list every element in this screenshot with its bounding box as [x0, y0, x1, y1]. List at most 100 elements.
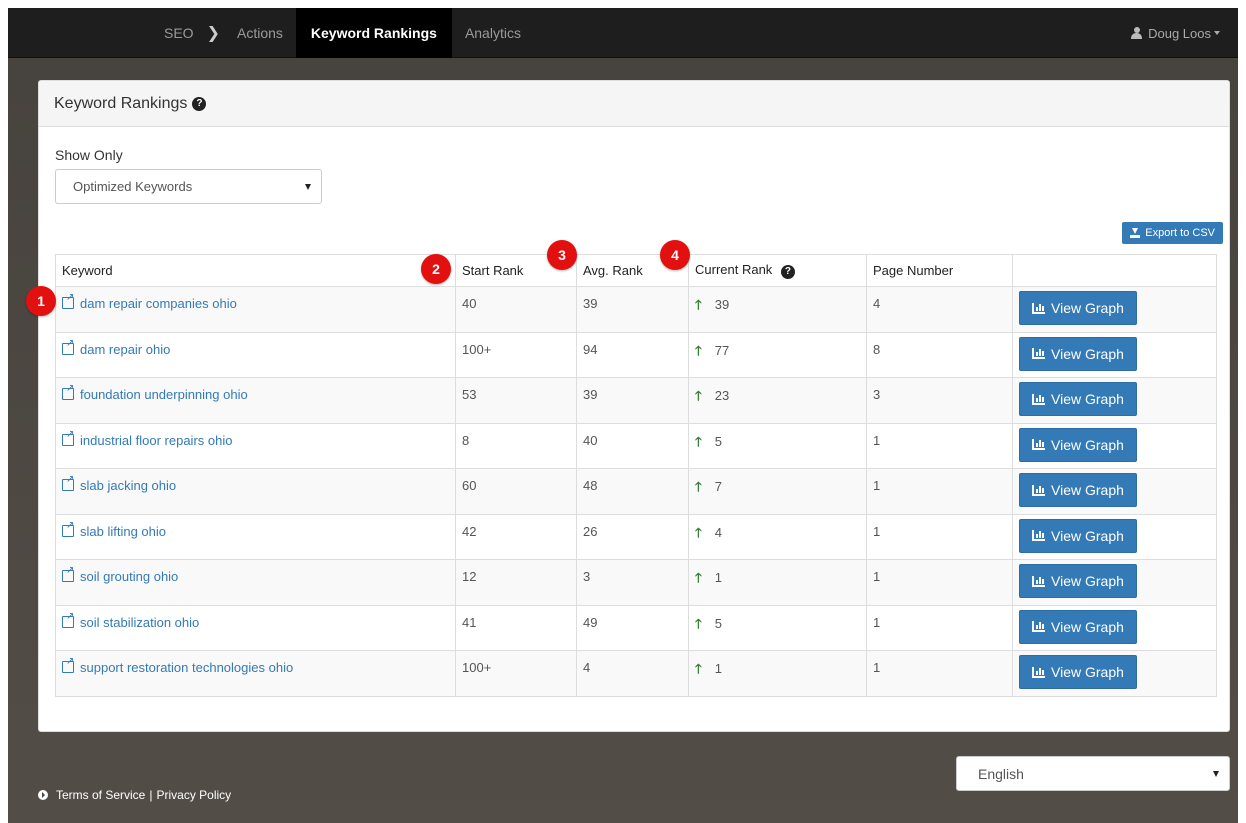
- caret-down-icon: [1214, 31, 1220, 35]
- user-icon: [1131, 27, 1143, 39]
- view-graph-label: View Graph: [1051, 345, 1124, 362]
- view-graph-button[interactable]: View Graph: [1019, 609, 1137, 644]
- panel-title: Keyword Rankings: [54, 94, 188, 112]
- page-number-cell: 1: [866, 422, 1013, 469]
- avg-rank-cell: 4: [576, 650, 689, 697]
- header-keyword: Keyword: [55, 254, 456, 287]
- view-graph-label: View Graph: [1051, 527, 1124, 544]
- nav-item-analytics[interactable]: Analytics: [452, 8, 534, 58]
- privacy-link[interactable]: Privacy Policy: [156, 788, 231, 802]
- table-row: dam repair ohio 100+94 🡑 77 8 View Graph: [55, 331, 1217, 378]
- view-graph-label: View Graph: [1051, 482, 1124, 498]
- actions-cell: View Graph: [1012, 331, 1217, 378]
- external-link-icon: [62, 474, 74, 491]
- nav-item-label: Keyword Rankings: [310, 25, 437, 41]
- keyword-link[interactable]: support restoration technologies ohio: [62, 656, 294, 675]
- view-graph-button[interactable]: View Graph: [1019, 382, 1137, 416]
- annotation-badge-2: 2: [421, 254, 451, 284]
- keyword-text: dam repair ohio: [80, 341, 171, 357]
- keyword-link[interactable]: foundation underpinning ohio: [62, 383, 248, 402]
- table-row: soil grouting ohio123🡑11View Graph: [55, 559, 1217, 606]
- keyword-text: slab lifting ohio: [80, 523, 166, 539]
- bar-chart-icon: [1032, 393, 1045, 405]
- help-icon[interactable]: ?: [192, 96, 207, 111]
- nav-item-seo[interactable]: SEO: [151, 8, 207, 58]
- actions-cell: View Graph: [1012, 422, 1217, 469]
- view-graph-button[interactable]: View Graph: [1019, 655, 1137, 689]
- arrow-up-icon: 🡑: [695, 479, 702, 494]
- table-row: support restoration technologies ohio 100…: [55, 650, 1217, 697]
- avg-rank-cell: 39: [576, 286, 689, 333]
- keyword-link[interactable]: soil grouting ohio: [62, 565, 178, 584]
- view-graph-label: View Graph: [1051, 573, 1124, 589]
- table-row: soil stabilization ohio4149🡑51View Graph: [55, 604, 1217, 651]
- help-icon[interactable]: ?: [780, 264, 795, 279]
- view-graph-button[interactable]: View Graph: [1019, 473, 1137, 507]
- page-number-cell: 1: [866, 650, 1013, 697]
- current-rank-cell: 🡑 23: [688, 377, 867, 424]
- export-label: Export to CSV: [1145, 227, 1215, 239]
- nav-item-actions[interactable]: Actions: [224, 8, 296, 58]
- annotation-badge-4: 4: [660, 240, 690, 270]
- app-window: SEO ❯ Actions Keyword Rankings Analytics…: [8, 8, 1238, 823]
- current-rank-cell: 🡑 1: [688, 650, 867, 697]
- chevron-right-icon: ❯: [206, 25, 220, 42]
- view-graph-button[interactable]: View Graph: [1019, 336, 1137, 371]
- show-only-select[interactable]: Optimized Keywords: [55, 169, 322, 204]
- nav-item-keyword-rankings[interactable]: Keyword Rankings: [295, 8, 452, 58]
- current-rank-cell: 🡑 4: [688, 513, 867, 560]
- nav-item-label: SEO: [164, 25, 194, 41]
- current-rank-value: 1: [714, 661, 722, 676]
- avg-rank-cell: 26: [576, 513, 689, 560]
- keyword-cell: industrial floor repairs ohio: [55, 422, 456, 469]
- avg-rank-cell: 40: [576, 422, 689, 469]
- keyword-link[interactable]: slab jacking ohio: [62, 474, 176, 493]
- actions-cell: View Graph: [1012, 286, 1217, 333]
- keyword-text: foundation underpinning ohio: [80, 387, 248, 402]
- keyword-rankings-panel: Keyword Rankings ? Show Only Optimized K…: [38, 80, 1230, 732]
- external-link-icon: [62, 611, 74, 628]
- language-select[interactable]: English: [956, 756, 1230, 791]
- external-link-icon: [62, 383, 74, 400]
- keyword-link[interactable]: soil stabilization ohio: [62, 611, 199, 630]
- view-graph-button[interactable]: View Graph: [1019, 564, 1137, 598]
- keyword-link[interactable]: industrial floor repairs ohio: [62, 429, 232, 448]
- header-current-rank-label: Current Rank: [695, 262, 773, 278]
- keyword-cell: foundation underpinning ohio: [55, 377, 456, 424]
- view-graph-button[interactable]: View Graph: [1019, 291, 1137, 325]
- user-menu[interactable]: Doug Loos: [1131, 8, 1220, 58]
- current-rank-value: 1: [714, 570, 722, 585]
- bar-chart-icon: [1032, 484, 1045, 496]
- dropdown-arrow-icon: [305, 184, 311, 190]
- current-rank-value: 77: [714, 342, 730, 358]
- keyword-link[interactable]: dam repair companies ohio: [62, 292, 237, 311]
- keyword-link[interactable]: dam repair ohio: [62, 338, 171, 357]
- view-graph-button[interactable]: View Graph: [1019, 427, 1137, 462]
- keyword-text: support restoration technologies ohio: [80, 660, 294, 675]
- export-csv-button[interactable]: Export to CSV: [1122, 222, 1223, 244]
- current-rank-cell: 🡑 7: [688, 468, 867, 515]
- terms-link[interactable]: Terms of Service: [56, 788, 145, 802]
- current-rank-value: 4: [714, 524, 722, 540]
- header-page-number: Page Number: [866, 254, 1013, 287]
- current-rank-cell: 🡑 5: [688, 422, 867, 469]
- page-number-cell: 1: [866, 468, 1013, 515]
- header-current-rank: Current Rank ?: [688, 254, 867, 287]
- page-number-cell: 1: [866, 513, 1013, 560]
- view-graph-button[interactable]: View Graph: [1019, 518, 1137, 553]
- current-rank-cell: 🡑 1: [688, 559, 867, 606]
- view-graph-label: View Graph: [1051, 664, 1124, 680]
- external-link-icon: [62, 565, 74, 582]
- bar-chart-icon: [1032, 348, 1045, 359]
- table-row: foundation underpinning ohio 5339 🡑 23 3 View…: [55, 377, 1217, 424]
- actions-cell: View Graph: [1012, 604, 1217, 651]
- page-number-cell: 8: [866, 331, 1013, 378]
- start-rank-cell: 8: [455, 422, 577, 469]
- current-rank-value: 5: [714, 615, 722, 631]
- footer-links: Terms of Service | Privacy Policy: [38, 788, 231, 802]
- external-link-icon: [62, 656, 74, 673]
- arrow-up-icon: 🡑: [695, 297, 702, 312]
- bar-chart-icon: [1032, 439, 1045, 450]
- view-graph-label: View Graph: [1051, 436, 1124, 453]
- keyword-link[interactable]: slab lifting ohio: [62, 520, 166, 539]
